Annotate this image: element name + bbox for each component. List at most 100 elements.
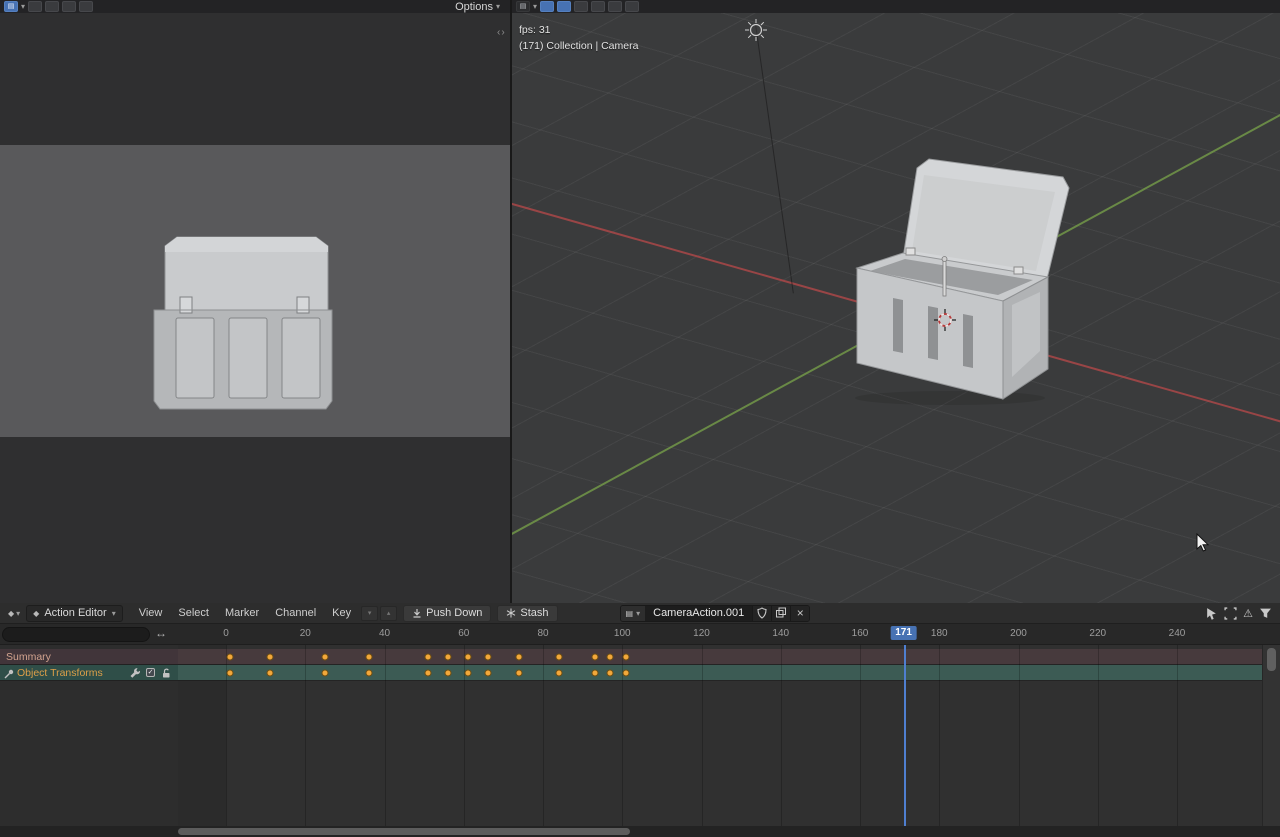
keyframe[interactable] <box>591 654 598 661</box>
lock-open-icon[interactable] <box>160 667 172 679</box>
camera-viewport[interactable]: ▤ ▾ Options ▾ <box>0 0 510 603</box>
only-selected-cursor-icon[interactable] <box>1205 607 1218 620</box>
horizontal-scrollbar-track[interactable] <box>0 826 1280 837</box>
keyframe[interactable] <box>365 670 372 677</box>
shading-icon[interactable] <box>79 1 93 12</box>
channel-row-summary[interactable]: Summary <box>0 649 1262 665</box>
editor-type-icon[interactable]: ▤ <box>4 1 18 12</box>
keyframe[interactable] <box>484 654 491 661</box>
keyframe[interactable] <box>444 654 451 661</box>
editor-type-icon[interactable]: ▤ <box>516 1 530 12</box>
viewport-header: ▤ ▾ <box>512 0 1280 13</box>
normalize-frame-icon[interactable] <box>1224 607 1237 620</box>
channel-enable-checkbox[interactable]: ✓ <box>146 668 155 677</box>
snap-icon[interactable] <box>28 1 42 12</box>
new-action-button[interactable] <box>771 606 790 621</box>
proportional-edit-icon[interactable] <box>45 1 59 12</box>
vertical-scrollbar-track[interactable] <box>1262 645 1280 826</box>
keyframe[interactable] <box>322 670 329 677</box>
filter-funnel-icon[interactable] <box>1259 607 1272 620</box>
mode-label: Action Editor <box>44 607 106 619</box>
keyframe[interactable] <box>623 654 630 661</box>
menu-view[interactable]: View <box>131 605 171 621</box>
dope-sheet-body[interactable]: Summary Object Transforms ✓ <box>0 645 1280 826</box>
frame-gridline <box>1098 645 1099 826</box>
chevron-down-icon: ▾ <box>533 0 537 13</box>
keyframe[interactable] <box>484 670 491 677</box>
overlays-icon[interactable] <box>591 1 605 12</box>
3d-viewport[interactable]: fps: 31 (171) Collection | Camera ▤ ▾ <box>512 0 1280 603</box>
layer-up-button[interactable]: ▴ <box>380 606 397 621</box>
keyframe[interactable] <box>266 654 273 661</box>
mode-dropdown[interactable]: ◆ Action Editor ▾ <box>26 605 123 622</box>
keyframe[interactable] <box>266 670 273 677</box>
options-dropdown[interactable]: Options ▾ <box>455 0 500 13</box>
menu-key[interactable]: Key <box>324 605 359 621</box>
chevron-down-icon: ▾ <box>636 607 640 620</box>
horizontal-scrollbar-handle[interactable] <box>178 828 630 835</box>
summary-keys-strip[interactable] <box>178 649 1262 664</box>
chest-model-open[interactable] <box>840 148 1080 410</box>
menu-select[interactable]: Select <box>170 605 217 621</box>
stash-label: Stash <box>520 607 548 619</box>
pin-icon[interactable] <box>3 668 15 680</box>
action-editor-icon: ◆ <box>33 609 39 618</box>
snap-icon[interactable] <box>574 1 588 12</box>
transform-gizmo-icon[interactable] <box>557 1 571 12</box>
overlays-icon[interactable] <box>62 1 76 12</box>
channel-search-input[interactable] <box>2 627 150 642</box>
transforms-channel-label[interactable]: Object Transforms ✓ <box>0 665 178 680</box>
ruler-tick-120: 120 <box>693 628 710 639</box>
keyframe[interactable] <box>444 670 451 677</box>
select-mode-icon[interactable] <box>540 1 554 12</box>
keyframe[interactable] <box>226 654 233 661</box>
fake-user-button[interactable] <box>752 606 771 621</box>
vertical-scrollbar-handle[interactable] <box>1267 648 1276 671</box>
keyframe[interactable] <box>425 654 432 661</box>
keyframe[interactable] <box>464 654 471 661</box>
keyframe[interactable] <box>226 670 233 677</box>
keyframe[interactable] <box>322 654 329 661</box>
menu-channel[interactable]: Channel <box>267 605 324 621</box>
keyframe[interactable] <box>365 654 372 661</box>
ruler-tick-60: 60 <box>458 628 469 639</box>
wrench-icon[interactable] <box>129 667 141 679</box>
splitter-handle-icon[interactable]: ‹› <box>497 27 506 38</box>
swap-arrows-icon[interactable]: ↔ <box>155 626 167 640</box>
channel-row-object-transforms[interactable]: Object Transforms ✓ <box>0 665 1262 681</box>
menu-marker[interactable]: Marker <box>217 605 267 621</box>
gizmos-icon[interactable] <box>608 1 622 12</box>
frame-gridline <box>385 645 386 826</box>
warning-icon[interactable]: ⚠ <box>1243 607 1253 620</box>
keyframe[interactable] <box>464 670 471 677</box>
chest-model-front-view[interactable] <box>145 225 345 415</box>
keyframe[interactable] <box>591 670 598 677</box>
shading-icon[interactable] <box>625 1 639 12</box>
frame-gridline <box>305 645 306 826</box>
stash-button[interactable]: Stash <box>497 605 557 622</box>
timeline-ruler[interactable]: 020406080100120140160180200220240 ↔ 171 <box>0 624 1280 645</box>
editor-type-dropdown[interactable]: ◆ ▾ <box>5 606 23 621</box>
unlink-action-button[interactable]: × <box>790 606 809 621</box>
keyframe[interactable] <box>516 670 523 677</box>
keyframe[interactable] <box>623 670 630 677</box>
push-down-button[interactable]: Push Down <box>403 605 491 622</box>
transforms-keys-strip[interactable] <box>178 665 1262 680</box>
current-frame-badge[interactable]: 171 <box>890 626 917 640</box>
copy-icon <box>775 607 787 619</box>
light-gizmo-icon[interactable] <box>742 16 770 44</box>
keyframe[interactable] <box>425 670 432 677</box>
action-name-field[interactable]: CameraAction.001 <box>645 606 752 621</box>
keyframe[interactable] <box>555 670 562 677</box>
browse-action-button[interactable]: ▤ ▾ <box>621 606 646 621</box>
ruler-tick-160: 160 <box>852 628 869 639</box>
summary-channel-label[interactable]: Summary <box>0 649 178 664</box>
keyframe[interactable] <box>555 654 562 661</box>
keyframe[interactable] <box>516 654 523 661</box>
shield-icon <box>756 607 768 619</box>
layer-down-button[interactable]: ▾ <box>361 606 378 621</box>
keyframe[interactable] <box>607 670 614 677</box>
ruler-tick-180: 180 <box>931 628 948 639</box>
playhead-line[interactable] <box>904 645 906 826</box>
keyframe[interactable] <box>607 654 614 661</box>
